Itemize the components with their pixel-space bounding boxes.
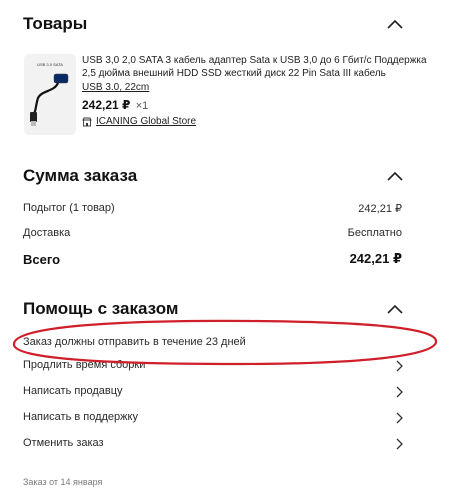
help-item-label: Отменить заказ (23, 437, 104, 449)
total-value: 242,21 ₽ (349, 251, 402, 266)
product-thumb-label: USB 3.0 SATA (37, 62, 63, 67)
product-image: USB 3.0 SATA (30, 62, 69, 126)
delivery-value: Бесплатно (347, 227, 402, 239)
help-item-label: Продлить время сборки (23, 359, 146, 371)
summary-collapse-chevron-up-icon[interactable] (386, 170, 404, 182)
order-date: Заказ от 14 января (23, 477, 103, 487)
chevron-right-icon (396, 386, 403, 398)
product-variant[interactable]: USB 3.0, 22cm (82, 81, 149, 94)
goods-collapse-chevron-up-icon[interactable] (386, 18, 404, 30)
help-section-title: Помощь с заказом (23, 299, 179, 318)
total-label: Всего (23, 252, 61, 267)
summary-section-title: Сумма заказа (23, 166, 138, 185)
product-thumbnail[interactable]: USB 3.0 SATA (24, 54, 76, 135)
store-link[interactable]: ICANING Global Store (82, 115, 196, 129)
help-collapse-chevron-up-icon[interactable] (386, 303, 404, 315)
delivery-label: Доставка (23, 227, 71, 239)
help-item-label: Написать продавцу (23, 385, 123, 397)
help-item-cancel-order[interactable]: Отменить заказ (23, 434, 403, 454)
store-name[interactable]: ICANING Global Store (96, 115, 196, 129)
product-title[interactable]: USB 3,0 2,0 SATA 3 кабель адаптер Sata к… (82, 54, 442, 80)
chevron-right-icon (396, 412, 403, 424)
help-item-extend-time[interactable]: Продлить время сборки (23, 356, 403, 376)
product-price: 242,21 ₽ (82, 98, 131, 112)
product-quantity: ×1 (135, 100, 149, 112)
store-icon (82, 117, 92, 127)
goods-section-title: Товары (23, 14, 88, 33)
subtotal-value: 242,21 ₽ (358, 203, 402, 215)
help-item-label: Написать в поддержку (23, 411, 138, 423)
chevron-right-icon (396, 360, 403, 372)
subtotal-label: Подытог (1 товар) (23, 202, 115, 214)
shipping-deadline-notice: Заказ должны отправить в течение 23 дней (23, 336, 246, 348)
chevron-right-icon (396, 438, 403, 450)
help-item-message-seller[interactable]: Написать продавцу (23, 382, 403, 402)
product-price-row: 242,21 ₽ ×1 (82, 97, 148, 114)
help-item-contact-support[interactable]: Написать в поддержку (23, 408, 403, 428)
